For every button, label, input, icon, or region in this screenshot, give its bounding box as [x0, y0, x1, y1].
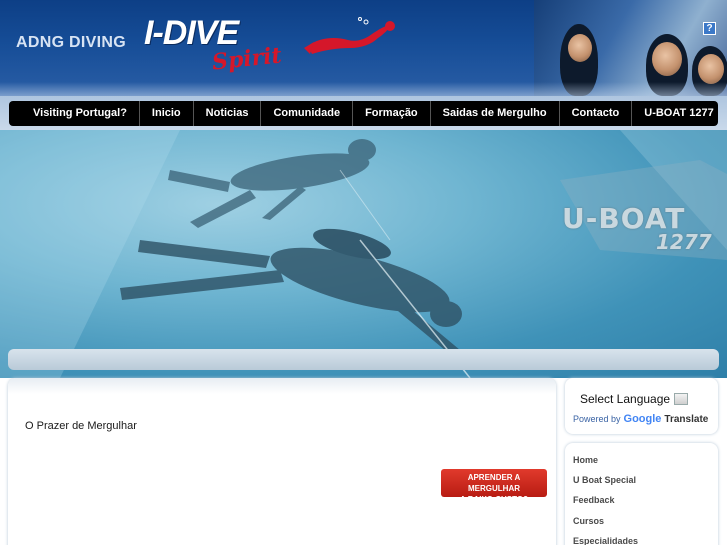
nav-wrapper: Visiting Portugal? Inicio Noticias Comun… — [0, 96, 727, 130]
panel-header — [8, 378, 556, 394]
language-select-label: Select Language — [580, 392, 671, 406]
diver-silhouette-upper — [168, 139, 376, 228]
nav-item-formacao[interactable]: Formação — [353, 101, 431, 126]
main-navbar: Visiting Portugal? Inicio Noticias Comun… — [9, 101, 718, 126]
sidebar-item-uboat-special[interactable]: U Boat Special — [573, 475, 636, 485]
page: ADNG DIVING I-DIVE Spirit ? Visiting Por… — [0, 0, 727, 545]
diver-face — [568, 34, 592, 62]
cta-line-1: APRENDER A MERGULHAR — [467, 473, 521, 493]
nav-item-visiting-portugal[interactable]: Visiting Portugal? — [21, 101, 140, 126]
help-icon[interactable]: ? — [703, 22, 716, 35]
hero-banner: U-BOAT 1277 — [0, 130, 727, 378]
nav-item-contacto[interactable]: Contacto — [560, 101, 633, 126]
diver-face — [652, 42, 682, 76]
sidebar-menu: Home U Boat Special Feedback Cursos Espe… — [565, 443, 718, 545]
header-photo — [534, 0, 727, 96]
language-widget: Select Language Powered by Google Transl… — [565, 378, 718, 434]
banner-strip — [8, 349, 719, 370]
dropdown-arrow-icon[interactable] — [674, 393, 689, 405]
google-logo[interactable]: Google — [624, 413, 662, 425]
sidebar-item-home[interactable]: Home — [573, 455, 598, 465]
site-header: ADNG DIVING I-DIVE Spirit ? — [0, 0, 727, 96]
nav-item-comunidade[interactable]: Comunidade — [261, 101, 354, 126]
diver-silhouette-lower — [120, 228, 462, 356]
diver-face — [698, 54, 724, 84]
diver-logo-icon — [304, 17, 395, 54]
learn-to-dive-button[interactable]: APRENDER A MERGULHAR A BAIXO CUSTO? — [441, 469, 547, 504]
nav-item-noticias[interactable]: Noticias — [194, 101, 262, 126]
sidebar-item-feedback[interactable]: Feedback — [573, 495, 615, 505]
sidebar-item-cursos[interactable]: Cursos — [573, 516, 604, 526]
brand-small-text[interactable]: ADNG DIVING — [16, 34, 126, 52]
main-tagline: O Prazer de Mergulhar — [25, 420, 137, 432]
nav-item-uboat[interactable]: U-BOAT 1277 — [632, 101, 725, 126]
brand-logo[interactable]: I-DIVE — [144, 14, 239, 53]
nav-item-inicio[interactable]: Inicio — [140, 101, 194, 126]
nav-item-saidas[interactable]: Saidas de Mergulho — [431, 101, 560, 126]
banner-scene — [0, 130, 727, 378]
powered-by-label: Powered by — [573, 414, 621, 424]
sidebar-item-especialidades[interactable]: Especialidades — [573, 536, 638, 545]
uboat-number: 1277 — [656, 230, 712, 254]
powered-by-google: Powered by Google Translate — [573, 413, 708, 425]
translate-label[interactable]: Translate — [664, 414, 708, 425]
cta-line-2: A BAIXO CUSTO? — [459, 495, 528, 504]
main-content-panel: O Prazer de Mergulhar APRENDER A MERGULH… — [8, 378, 556, 545]
language-select[interactable]: Select Language — [580, 392, 689, 406]
